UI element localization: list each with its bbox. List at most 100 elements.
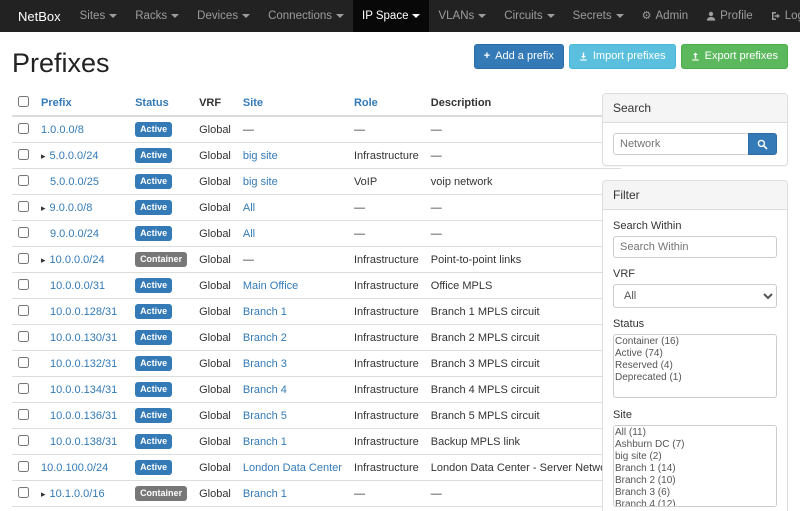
row-checkbox[interactable] bbox=[18, 253, 29, 264]
nav-item-ip-space[interactable]: IP Space bbox=[353, 0, 429, 32]
site-filter-label: Site bbox=[613, 409, 777, 421]
filter-option[interactable]: Active (74) bbox=[615, 348, 775, 360]
profile-label: Profile bbox=[720, 10, 753, 22]
status-badge: Active bbox=[135, 356, 172, 371]
search-icon bbox=[757, 139, 768, 150]
nav-item-circuits[interactable]: Circuits bbox=[495, 0, 563, 32]
site-link[interactable]: Branch 2 bbox=[243, 332, 287, 344]
row-checkbox[interactable] bbox=[18, 279, 29, 290]
logout-icon bbox=[771, 11, 781, 21]
description-cell: Branch 1 MPLS circuit bbox=[425, 299, 622, 325]
site-link[interactable]: Main Office bbox=[243, 280, 298, 292]
site-link[interactable]: big site bbox=[243, 176, 278, 188]
filter-option[interactable]: Deprecated (1) bbox=[615, 372, 775, 384]
role-cell: Infrastructure bbox=[348, 143, 425, 169]
filter-option[interactable]: All (11) bbox=[615, 427, 775, 439]
prefix-link[interactable]: 10.0.0.132/31 bbox=[50, 358, 117, 370]
prefix-link[interactable]: 10.1.0.0/16 bbox=[50, 488, 105, 500]
row-checkbox[interactable] bbox=[18, 409, 29, 420]
profile-link[interactable]: Profile bbox=[697, 0, 762, 32]
filter-option[interactable]: Branch 4 (12) bbox=[615, 499, 775, 507]
site-link[interactable]: Branch 1 bbox=[243, 306, 287, 318]
status-cell: Active bbox=[129, 351, 193, 377]
status-cell: Active bbox=[129, 325, 193, 351]
row-checkbox[interactable] bbox=[18, 123, 29, 134]
status-filter-select[interactable]: Container (16)Active (74)Reserved (4)Dep… bbox=[613, 334, 777, 398]
prefix-link[interactable]: 10.0.0.0/24 bbox=[50, 254, 105, 266]
site-link[interactable]: Branch 5 bbox=[243, 410, 287, 422]
search-within-input[interactable] bbox=[613, 236, 777, 258]
site-link[interactable]: All bbox=[243, 228, 255, 240]
filter-option[interactable]: Branch 2 (10) bbox=[615, 475, 775, 487]
row-checkbox[interactable] bbox=[18, 149, 29, 160]
nav-item-vlans[interactable]: VLANs bbox=[429, 0, 495, 32]
role-cell: Infrastructure bbox=[348, 247, 425, 273]
filter-option[interactable]: Ashburn DC (7) bbox=[615, 439, 775, 451]
nav-item-connections[interactable]: Connections bbox=[259, 0, 353, 32]
vrf-cell: Global bbox=[193, 247, 237, 273]
site-link[interactable]: Branch 1 bbox=[243, 436, 287, 448]
row-checkbox[interactable] bbox=[18, 227, 29, 238]
site-link[interactable]: London Data Center bbox=[243, 462, 342, 474]
prefix-link[interactable]: 1.0.0.0/8 bbox=[41, 124, 84, 136]
table-row: ▸10.1.0.0/16ContainerGlobalBranch 1—— bbox=[12, 481, 621, 507]
prefix-link[interactable]: 9.0.0.0/24 bbox=[50, 228, 99, 240]
prefix-link[interactable]: 10.0.0.138/31 bbox=[50, 436, 117, 448]
logout-link[interactable]: Log out bbox=[762, 0, 800, 32]
site-link[interactable]: Branch 1 bbox=[243, 488, 287, 500]
nav-item-sites[interactable]: Sites bbox=[71, 0, 127, 32]
prefix-link[interactable]: 5.0.0.0/24 bbox=[50, 150, 99, 162]
prefix-link[interactable]: 10.0.100.0/24 bbox=[41, 462, 108, 474]
role-cell: — bbox=[348, 481, 425, 507]
select-all-checkbox[interactable] bbox=[18, 96, 29, 107]
prefix-cell: 10.0.0.134/31 bbox=[35, 377, 129, 403]
column-sort-link[interactable]: Status bbox=[135, 97, 169, 109]
column-sort-link[interactable]: Site bbox=[243, 97, 263, 109]
status-badge: Active bbox=[135, 226, 172, 241]
description-cell: — bbox=[425, 143, 622, 169]
add-prefix-button[interactable]: + Add a prefix bbox=[474, 44, 564, 69]
export-prefixes-button[interactable]: Export prefixes bbox=[681, 44, 788, 69]
vrf-cell: Global bbox=[193, 403, 237, 429]
row-checkbox[interactable] bbox=[18, 175, 29, 186]
admin-link[interactable]: ⚙ Admin bbox=[633, 0, 697, 32]
nav-item-devices[interactable]: Devices bbox=[188, 0, 259, 32]
column-sort-link[interactable]: Prefix bbox=[41, 97, 72, 109]
prefix-link[interactable]: 10.0.0.0/31 bbox=[50, 280, 105, 292]
row-checkbox[interactable] bbox=[18, 383, 29, 394]
search-button[interactable] bbox=[748, 133, 777, 155]
row-checkbox[interactable] bbox=[18, 201, 29, 212]
prefix-link[interactable]: 10.0.0.130/31 bbox=[50, 332, 117, 344]
prefix-link[interactable]: 5.0.0.0/25 bbox=[50, 176, 99, 188]
table-row: 9.0.0.0/24ActiveGlobalAll—— bbox=[12, 221, 621, 247]
filter-option[interactable]: Reserved (4) bbox=[615, 360, 775, 372]
row-checkbox[interactable] bbox=[18, 305, 29, 316]
site-link[interactable]: big site bbox=[243, 150, 278, 162]
column-sort-link[interactable]: Role bbox=[354, 97, 378, 109]
site-link[interactable]: Branch 4 bbox=[243, 384, 287, 396]
prefix-link[interactable]: 10.0.0.128/31 bbox=[50, 306, 117, 318]
row-checkbox[interactable] bbox=[18, 435, 29, 446]
filter-option[interactable]: big site (2) bbox=[615, 451, 775, 463]
site-link[interactable]: Branch 3 bbox=[243, 358, 287, 370]
nav-item-racks[interactable]: Racks bbox=[126, 0, 188, 32]
prefix-link[interactable]: 10.0.0.136/31 bbox=[50, 410, 117, 422]
brand-logo[interactable]: NetBox bbox=[8, 0, 71, 32]
search-input[interactable] bbox=[613, 133, 749, 155]
filter-option[interactable]: Container (16) bbox=[615, 336, 775, 348]
nav-item-secrets[interactable]: Secrets bbox=[564, 0, 633, 32]
checkbox-cell bbox=[12, 325, 35, 351]
row-checkbox[interactable] bbox=[18, 357, 29, 368]
prefix-link[interactable]: 9.0.0.0/8 bbox=[50, 202, 93, 214]
filter-option[interactable]: Branch 1 (14) bbox=[615, 463, 775, 475]
site-filter-select[interactable]: All (11)Ashburn DC (7)big site (2)Branch… bbox=[613, 425, 777, 507]
site-link[interactable]: All bbox=[243, 202, 255, 214]
row-checkbox[interactable] bbox=[18, 331, 29, 342]
vrf-filter-select[interactable]: All bbox=[613, 284, 777, 308]
prefix-link[interactable]: 10.0.0.134/31 bbox=[50, 384, 117, 396]
import-prefixes-button[interactable]: Import prefixes bbox=[569, 44, 676, 69]
row-checkbox[interactable] bbox=[18, 461, 29, 472]
role-cell: Infrastructure bbox=[348, 455, 425, 481]
row-checkbox[interactable] bbox=[18, 487, 29, 498]
filter-option[interactable]: Branch 3 (6) bbox=[615, 487, 775, 499]
